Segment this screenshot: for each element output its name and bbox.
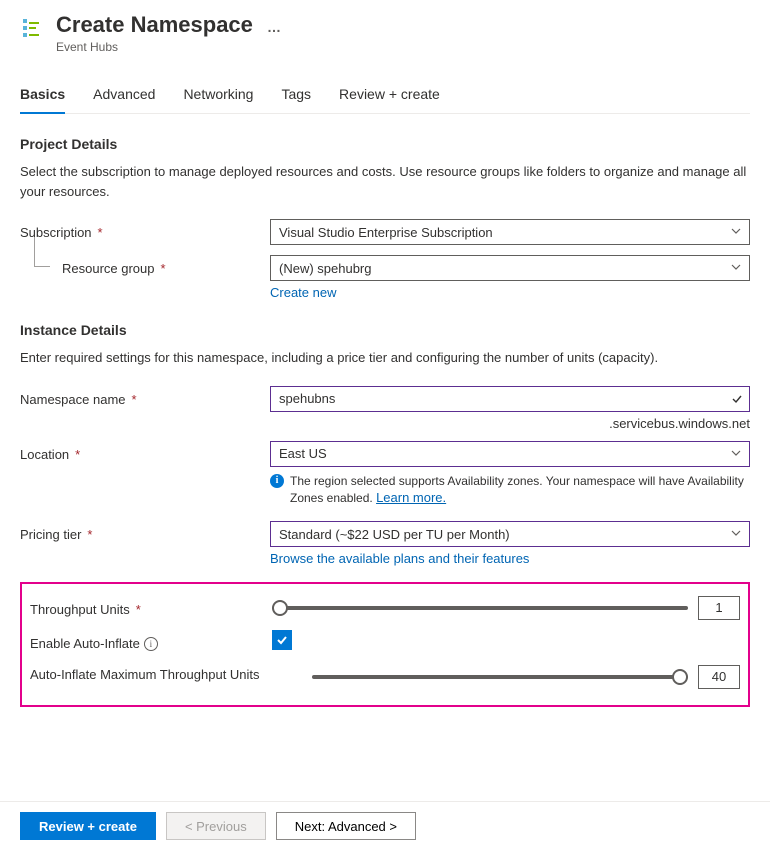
section-project-desc: Select the subscription to manage deploy… xyxy=(20,162,750,201)
chevron-down-icon xyxy=(729,526,743,540)
chevron-down-icon xyxy=(729,260,743,274)
throughput-units-value[interactable]: 1 xyxy=(698,596,740,620)
location-info: i The region selected supports Availabil… xyxy=(270,473,750,508)
tab-review-create[interactable]: Review + create xyxy=(339,86,440,114)
tab-networking[interactable]: Networking xyxy=(183,86,253,114)
more-menu[interactable]: … xyxy=(267,19,281,35)
tab-tags[interactable]: Tags xyxy=(281,86,311,114)
wizard-footer: Review + create < Previous Next: Advance… xyxy=(0,801,770,850)
resource-group-select[interactable]: (New) spehubrg xyxy=(270,255,750,281)
info-icon: i xyxy=(270,474,284,488)
throughput-highlight: Throughput Units* 1 Enable Auto-Inflate … xyxy=(20,582,750,707)
location-label: Location* xyxy=(20,441,270,462)
chevron-down-icon xyxy=(729,224,743,238)
page-header: Create Namespace … Event Hubs xyxy=(20,12,750,54)
create-new-rg-link[interactable]: Create new xyxy=(270,285,750,300)
browse-plans-link[interactable]: Browse the available plans and their fea… xyxy=(270,551,750,566)
location-select[interactable]: East US xyxy=(270,441,750,467)
page-title: Create Namespace … xyxy=(56,12,281,38)
namespace-suffix: .servicebus.windows.net xyxy=(270,416,750,431)
chevron-down-icon xyxy=(729,446,743,460)
pricing-tier-select[interactable]: Standard (~$22 USD per TU per Month) xyxy=(270,521,750,547)
namespace-name-input[interactable] xyxy=(270,386,750,412)
auto-inflate-label: Enable Auto-Inflate i xyxy=(30,630,272,651)
tab-basics[interactable]: Basics xyxy=(20,86,65,114)
pricing-tier-label: Pricing tier* xyxy=(20,521,270,542)
tabs: Basics Advanced Networking Tags Review +… xyxy=(20,86,750,114)
section-instance-desc: Enter required settings for this namespa… xyxy=(20,348,750,368)
namespace-name-label: Namespace name* xyxy=(20,386,270,407)
section-instance-title: Instance Details xyxy=(20,322,750,338)
throughput-units-slider[interactable] xyxy=(272,598,688,618)
max-throughput-label: Auto-Inflate Maximum Throughput Units xyxy=(30,665,312,682)
check-icon xyxy=(730,392,744,406)
info-icon[interactable]: i xyxy=(144,637,158,651)
next-button[interactable]: Next: Advanced > xyxy=(276,812,416,840)
review-create-button[interactable]: Review + create xyxy=(20,812,156,840)
throughput-units-label: Throughput Units* xyxy=(30,596,272,617)
learn-more-link[interactable]: Learn more. xyxy=(376,490,446,505)
subscription-select[interactable]: Visual Studio Enterprise Subscription xyxy=(270,219,750,245)
previous-button: < Previous xyxy=(166,812,266,840)
tab-advanced[interactable]: Advanced xyxy=(93,86,155,114)
max-throughput-slider[interactable] xyxy=(312,667,688,687)
event-hubs-icon xyxy=(20,16,44,40)
resource-group-label: Resource group* xyxy=(20,255,270,276)
subscription-label: Subscription* xyxy=(20,219,270,240)
max-throughput-value[interactable]: 40 xyxy=(698,665,740,689)
page-subtitle: Event Hubs xyxy=(56,40,281,54)
auto-inflate-checkbox[interactable] xyxy=(272,630,292,650)
section-project-title: Project Details xyxy=(20,136,750,152)
